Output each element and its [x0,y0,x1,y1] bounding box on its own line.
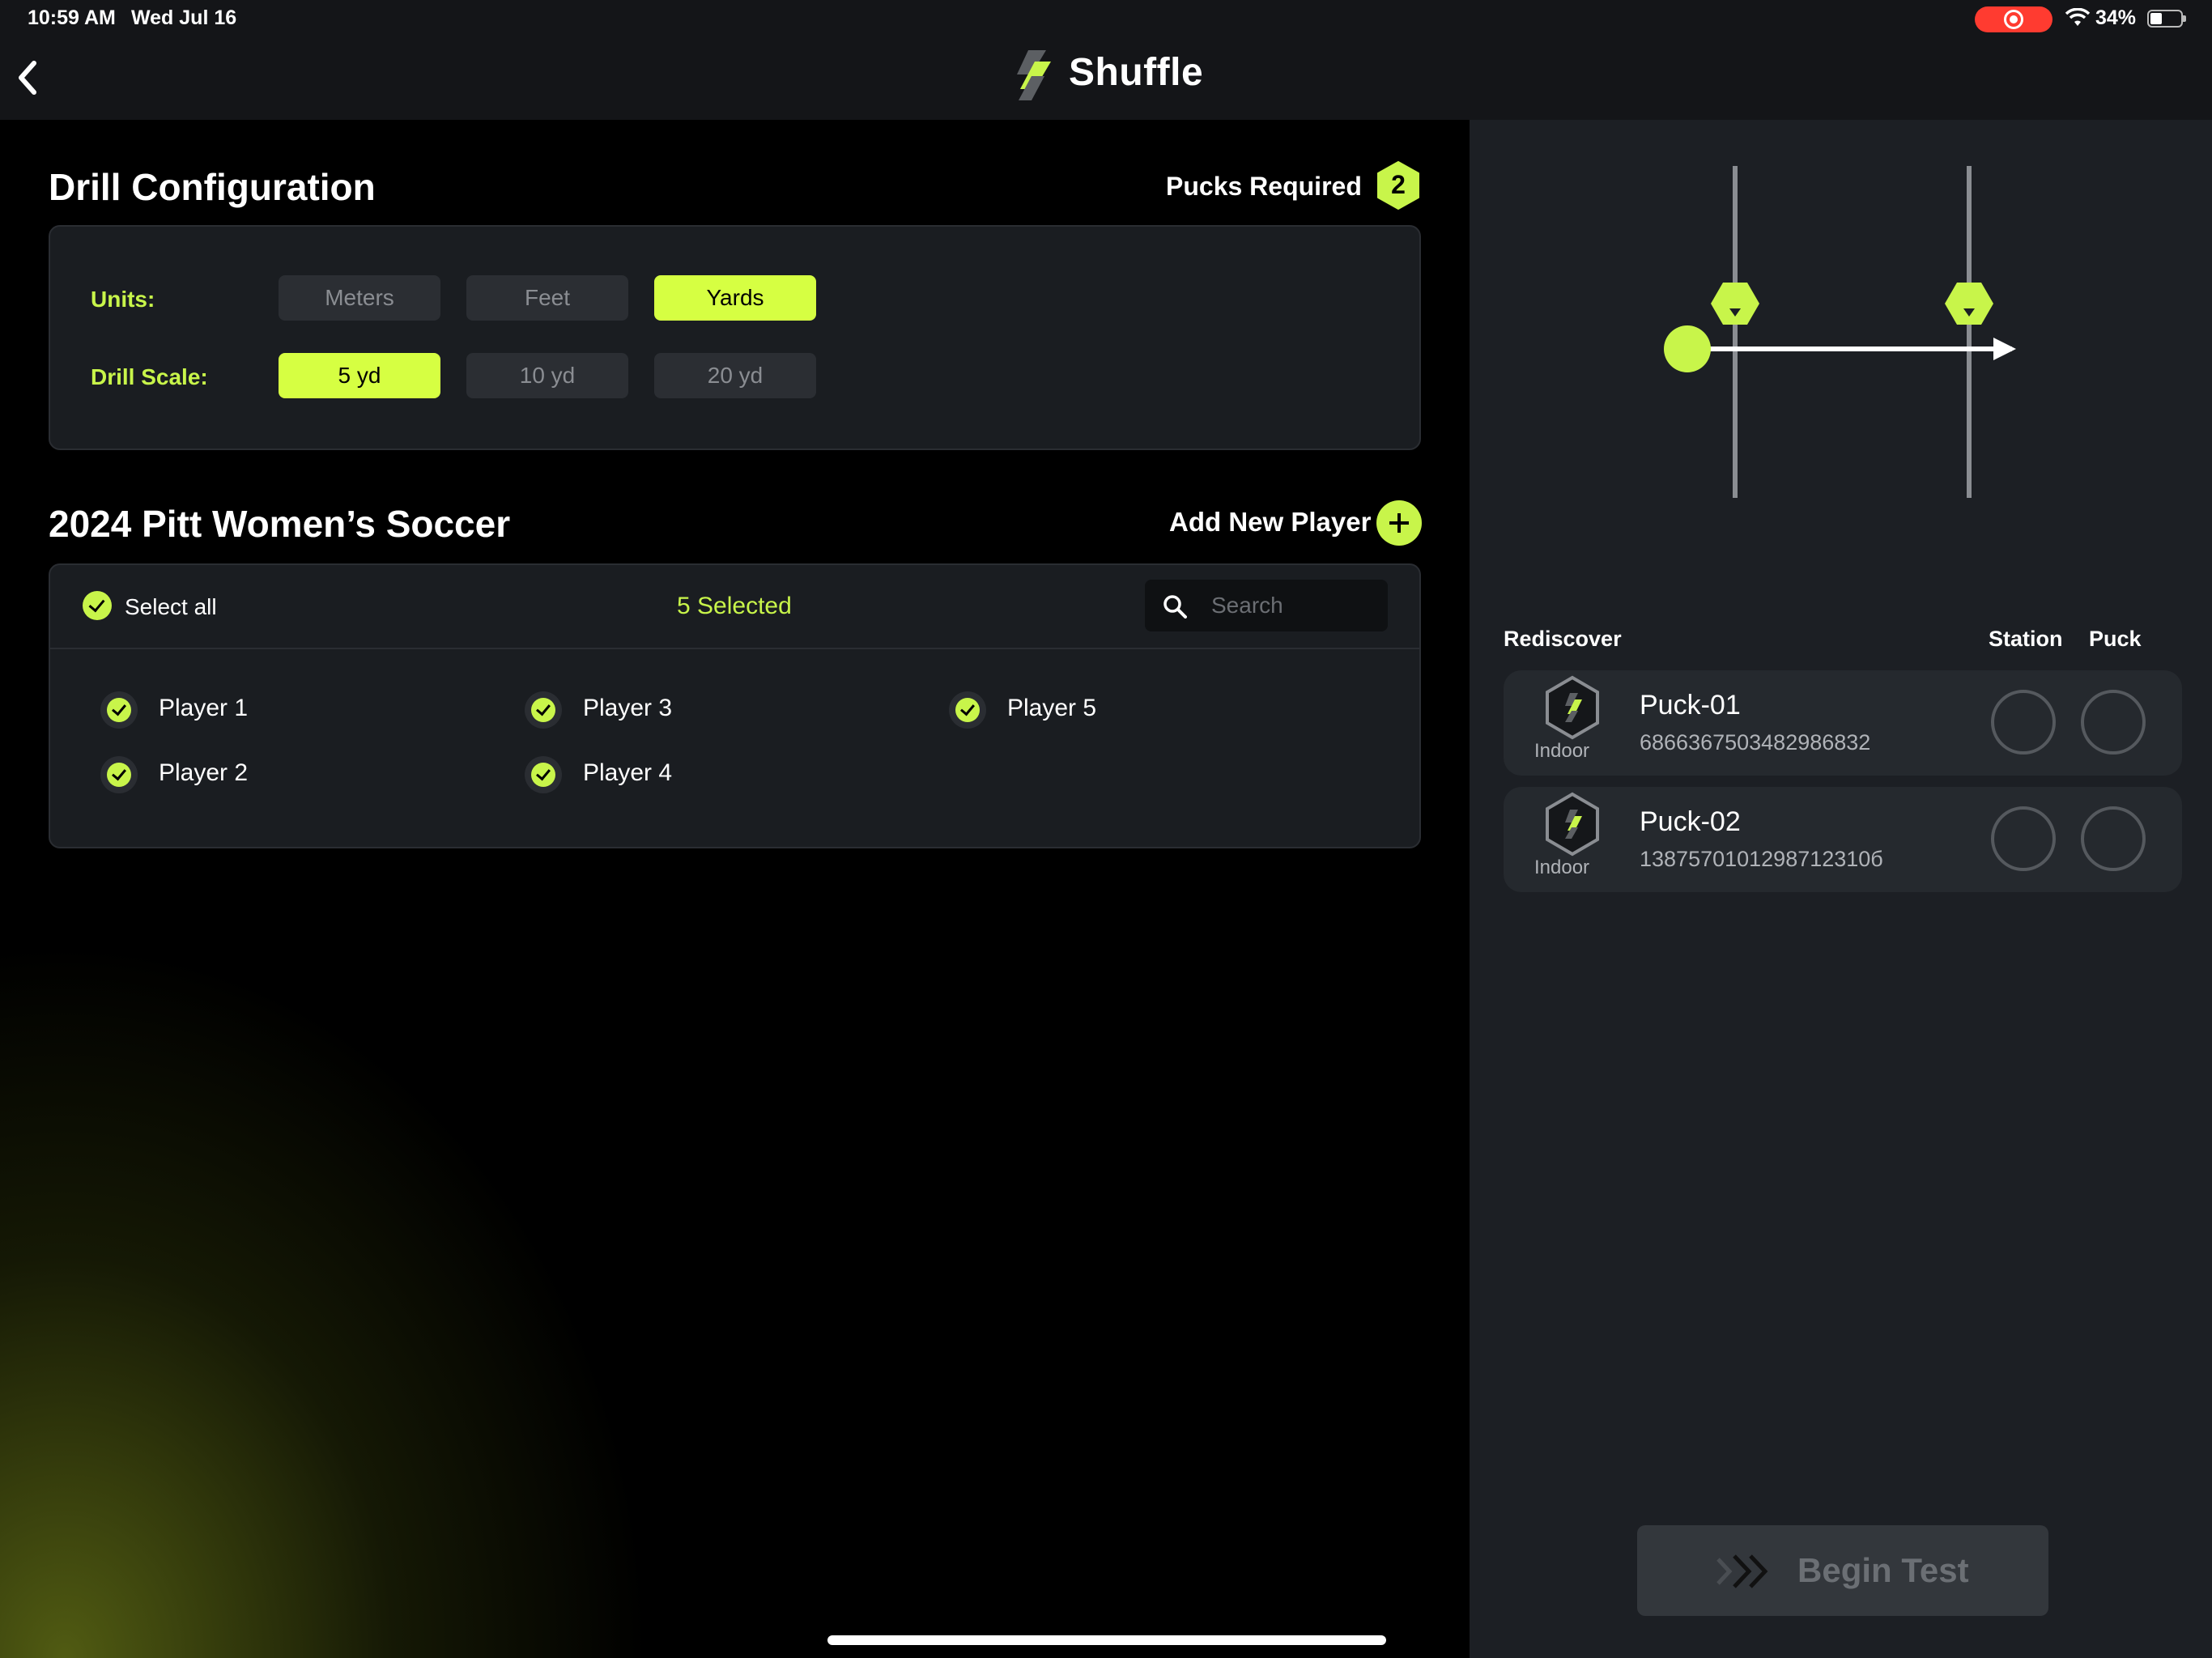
player-name: Player 4 [583,759,673,786]
player-name: Player 2 [159,759,249,786]
puck-device-icon [1546,792,1599,857]
puck-row[interactable]: Indoor Puck-02 1387570101298712310б [1504,787,2182,892]
puck-row[interactable]: Indoor Puck-01 6866367503482986832 [1504,670,2182,776]
player-checkbox[interactable] [107,763,131,787]
wifi-icon [2065,8,2091,26]
screen-recording-icon[interactable] [1975,6,2052,32]
drill-scale-label: Drill Scale: [91,364,208,389]
add-player-button[interactable] [1376,500,1422,546]
roster-title: 2024 Pitt Women’s Soccer [49,503,511,545]
status-time: 10:59 AM [28,6,116,29]
puck-name: Puck-02 [1640,806,1741,837]
units-label: Units: [91,287,155,312]
drill-diagram [1664,166,2016,498]
select-all-checkbox[interactable] [83,591,112,620]
puck-assign-button[interactable] [2081,806,2146,871]
battery-icon [2147,10,2186,28]
puck-assign-button[interactable] [2081,690,2146,755]
search-field[interactable] [1145,580,1388,631]
station-assign-button[interactable] [1991,806,2056,871]
pucks-required-badge: 2 [1376,160,1420,210]
units-meters-button[interactable]: Meters [279,275,440,321]
add-new-player-label[interactable]: Add New Player [1169,507,1371,538]
player-checkbox[interactable] [107,698,131,722]
player-checkbox[interactable] [955,698,980,722]
puck-id: 6866367503482986832 [1640,730,1871,755]
top-bar: 10:59 AM Wed Jul 16 34% Shuffle [0,0,2212,120]
player-checkbox[interactable] [531,698,555,722]
units-yards-button[interactable]: Yards [654,275,816,321]
status-date: Wed Jul 16 [131,6,237,29]
begin-test-button[interactable]: Begin Test [1637,1525,2048,1616]
player-name: Player 3 [583,695,673,721]
station-column-header: Station [1989,627,2063,651]
shuffle-logo-icon [1017,50,1051,100]
player-name: Player 1 [159,695,249,721]
double-chevron-right-icon [1716,1554,1768,1588]
puck-type: Indoor [1534,740,1590,762]
scale-5yd-button[interactable]: 5 yd [279,353,440,398]
begin-test-label: Begin Test [1797,1551,1969,1589]
battery-percent: 34% [2095,6,2137,29]
select-all-label[interactable]: Select all [125,594,217,620]
back-button[interactable] [10,55,49,100]
app-title: Shuffle [1069,51,1204,94]
home-indicator[interactable] [827,1635,1386,1645]
scale-10yd-button[interactable]: 10 yd [466,353,628,398]
puck-marker-1-icon [1711,283,1759,325]
puck-type: Indoor [1534,857,1590,878]
player-checkbox[interactable] [531,763,555,787]
station-assign-button[interactable] [1991,690,2056,755]
player-name: Player 5 [1007,695,1097,721]
search-input[interactable] [1211,591,1373,620]
start-point-icon [1664,325,1711,372]
arrow-head-icon [1993,338,2016,360]
units-feet-button[interactable]: Feet [466,275,628,321]
puck-column-header: Puck [2089,627,2142,651]
puck-marker-2-icon [1945,283,1993,325]
puck-id: 1387570101298712310б [1640,847,1883,871]
search-icon [1163,595,1187,619]
rediscover-button[interactable]: Rediscover [1504,627,1622,652]
drill-config-title: Drill Configuration [49,166,376,208]
pucks-required-label: Pucks Required [1166,172,1362,201]
puck-name: Puck-01 [1640,690,1741,721]
scale-20yd-button[interactable]: 20 yd [654,353,816,398]
pucks-required-count: 2 [1391,170,1406,199]
roster-divider [50,648,1421,649]
selected-count: 5 Selected [677,593,792,619]
puck-device-icon [1546,675,1599,740]
drill-config-card: Units: Meters Feet Yards Drill Scale: 5 … [49,225,1421,450]
